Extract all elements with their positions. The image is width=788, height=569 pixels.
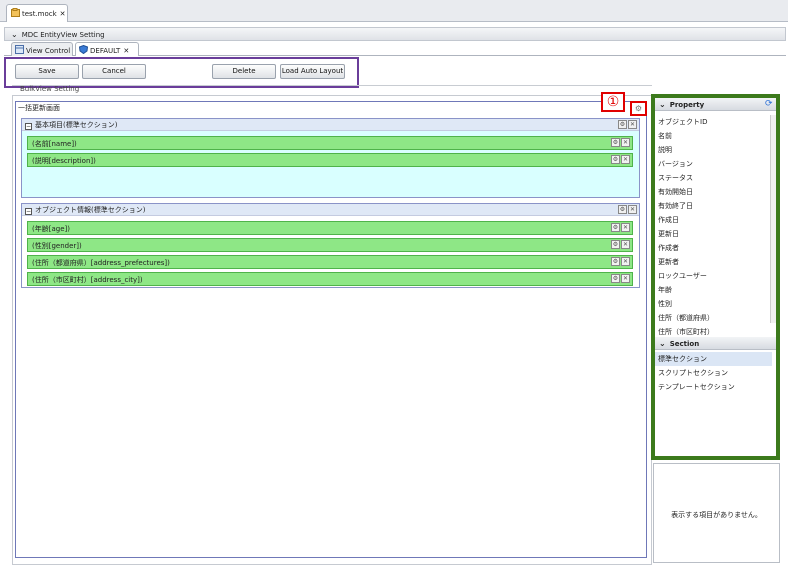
close-icon[interactable]: ✕ [621,240,630,249]
chevron-down-icon: ⌄ [659,100,666,109]
gear-icon[interactable]: ⚙ [611,138,620,147]
field-label: (住所（市区町村）[address_city]) [32,276,143,284]
load-auto-layout-button[interactable]: Load Auto Layout [280,64,345,79]
section-object-info[interactable]: − オブジェクト情報(標準セクション) ⚙ ✕ (年齢[age]) ⚙ ✕ (性別[g… [21,203,640,288]
bulk-view-header-label: BulkView Setting [20,85,80,93]
field-item[interactable]: (説明[description]) ⚙ ✕ [27,153,633,167]
view-tab-bar: View Control DEFAULT ✕ [4,41,786,56]
view-icon [15,45,24,54]
gear-icon[interactable]: ⚙ [611,274,620,283]
field-label: (名前[name]) [32,140,77,148]
property-panel-title: Property [669,101,705,109]
chevron-down-icon: ⌄ [11,30,18,39]
chevron-down-icon: ⌄ [659,339,666,348]
field-label: (性別[gender]) [32,242,82,250]
property-item[interactable]: 有効終了日 [657,199,770,213]
refresh-icon[interactable]: ⟳ [765,99,773,109]
section-panel-title: Section [669,340,700,348]
close-icon[interactable]: ✕ [60,10,66,18]
editor-header[interactable]: ⌄ MDC EntityView Setting [4,27,786,41]
file-icon [11,8,20,17]
description-panel: 表示する項目がありません。 [653,463,780,563]
canvas-title: 一括更新画面 [18,104,60,112]
property-item[interactable]: 作成日 [657,213,770,227]
section-type-item[interactable]: スクリプトセクション [655,366,772,380]
section-title: オブジェクト情報(標準セクション) [35,206,146,214]
section-basic[interactable]: − 基本項目(標準セクション) ⚙ ✕ (名前[name]) ⚙ ✕ (説明[desc… [21,118,640,198]
section-type-item[interactable]: 標準セクション [655,352,772,366]
tab-label: View Control [26,47,71,55]
field-label: (年齢[age]) [32,225,70,233]
property-item[interactable]: 名前 [657,129,770,143]
field-item[interactable]: (住所（都道府県）[address_prefectures]) ⚙ ✕ [27,255,633,269]
section-title: 基本項目(標準セクション) [35,121,118,129]
property-panel-header[interactable]: ⌄ Property [655,98,776,111]
close-icon[interactable]: ✕ [628,120,637,129]
scrollbar[interactable] [770,115,776,323]
field-label: (説明[description]) [32,157,96,165]
gear-icon[interactable]: ⚙ [618,205,627,214]
gear-icon[interactable]: ⚙ [611,240,620,249]
field-label: (住所（都道府県）[address_prefectures]) [32,259,170,267]
collapse-icon[interactable]: − [25,208,32,215]
tab-label: DEFAULT [90,47,121,55]
gear-icon[interactable]: ⚙ [611,155,620,164]
toolbar: Save Cancel Delete Load Auto Layout [4,57,359,88]
close-icon[interactable]: ✕ [628,205,637,214]
property-item[interactable]: バージョン [657,157,770,171]
close-icon[interactable]: ✕ [621,257,630,266]
close-icon[interactable]: ✕ [621,274,630,283]
section-actions: ⚙ ✕ [617,120,637,129]
property-item[interactable]: 性別 [657,297,770,311]
file-tab-bar [0,0,788,22]
property-item[interactable]: ロックユーザー [657,269,770,283]
save-button[interactable]: Save [15,64,79,79]
section-body: (名前[name]) ⚙ ✕ (説明[description]) ⚙ ✕ [22,131,639,197]
gear-icon[interactable]: ⚙ [618,120,627,129]
section-header: − 基本項目(標準セクション) ⚙ ✕ [22,119,639,131]
gear-icon[interactable]: ⚙ [611,257,620,266]
close-icon[interactable]: ✕ [621,138,630,147]
property-item[interactable]: 住所（都道府県） [657,311,770,325]
section-header: − オブジェクト情報(標準セクション) ⚙ ✕ [22,204,639,216]
property-item[interactable]: 説明 [657,143,770,157]
property-item[interactable]: 有効開始日 [657,185,770,199]
tab-default[interactable]: DEFAULT ✕ [75,42,139,56]
close-icon[interactable]: ✕ [123,47,129,55]
cancel-button[interactable]: Cancel [82,64,146,79]
property-item[interactable]: 更新者 [657,255,770,269]
close-icon[interactable]: ✕ [621,155,630,164]
field-item[interactable]: (年齢[age]) ⚙ ✕ [27,221,633,235]
field-item[interactable]: (性別[gender]) ⚙ ✕ [27,238,633,252]
section-body: (年齢[age]) ⚙ ✕ (性別[gender]) ⚙ ✕ (住所（都道府県）[a… [22,216,639,287]
editor-title: MDC EntityView Setting [21,31,105,39]
file-tab[interactable]: test.mock ✕ [6,4,68,22]
collapse-icon[interactable]: − [25,123,32,130]
property-item[interactable]: 更新日 [657,227,770,241]
file-tab-label: test.mock [22,10,57,18]
callout-marker: ① [601,92,625,112]
field-item[interactable]: (住所（市区町村）[address_city]) ⚙ ✕ [27,272,633,286]
field-item[interactable]: (名前[name]) ⚙ ✕ [27,136,633,150]
gear-icon[interactable]: ⚙ [611,223,620,232]
canvas-settings-button[interactable]: ⚙ [630,101,647,116]
tab-view-control[interactable]: View Control [11,42,73,56]
section-type-item[interactable]: テンプレートセクション [655,380,772,394]
bulk-view-header[interactable]: BulkView Setting [12,85,652,95]
property-item[interactable]: オブジェクトID [657,115,770,129]
shield-icon [78,44,89,55]
property-item[interactable]: ステータス [657,171,770,185]
gear-icon: ⚙ [634,104,643,113]
close-icon[interactable]: ✕ [621,223,630,232]
empty-message: 表示する項目がありません。 [671,511,762,519]
delete-button[interactable]: Delete [212,64,276,79]
property-item[interactable]: 作成者 [657,241,770,255]
section-actions: ⚙ ✕ [617,205,637,214]
palette-panel: ⌄ Property オブジェクトID 名前 説明 バージョン ステータス 有効開始日 有効終… [651,94,780,460]
section-panel-header[interactable]: ⌄ Section [655,337,776,350]
property-item[interactable]: 年齢 [657,283,770,297]
